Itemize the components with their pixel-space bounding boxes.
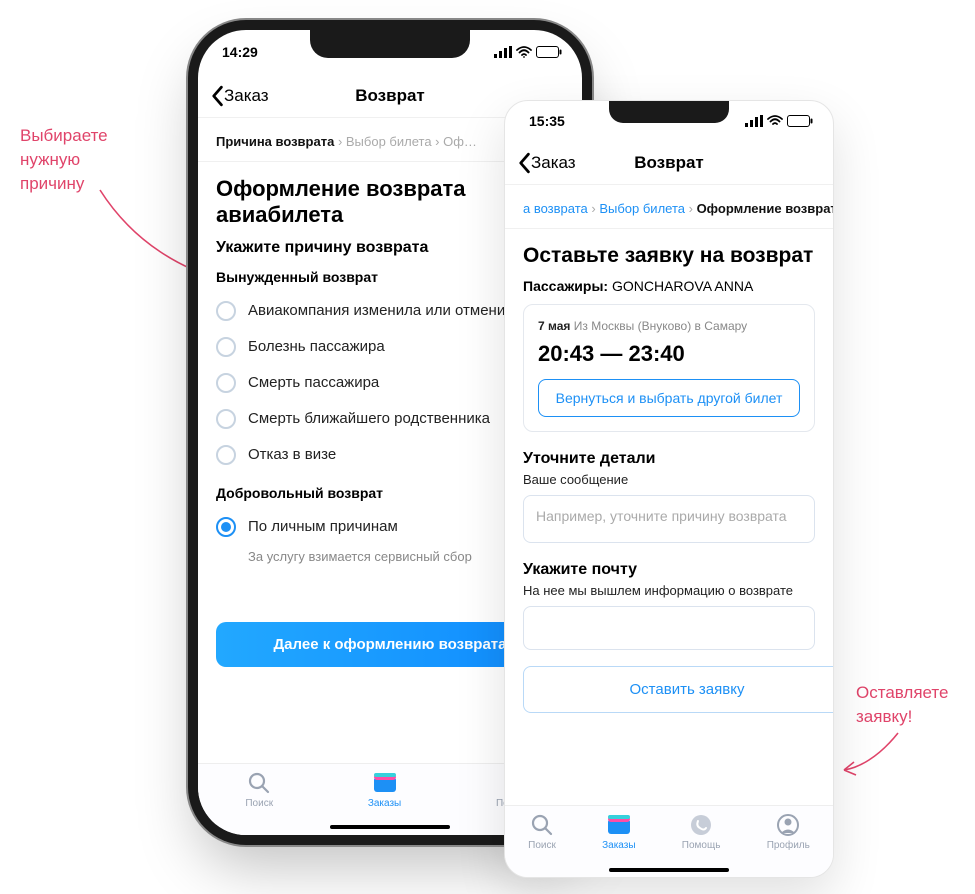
crumb-1[interactable]: Причина возврата	[216, 134, 334, 149]
wifi-icon	[767, 115, 783, 127]
button-label: Вернуться и выбрать другой билет	[556, 390, 783, 406]
signal-icon	[745, 115, 763, 127]
tab-bar: Поиск Заказы Помощь Профиль	[505, 805, 833, 877]
battery-icon	[536, 46, 562, 58]
search-icon	[246, 770, 272, 796]
radio-icon-selected	[216, 517, 236, 537]
radio-icon	[216, 301, 236, 321]
help-icon	[688, 812, 714, 838]
email-heading: Укажите почту	[523, 561, 815, 579]
status-icons	[494, 46, 562, 58]
radio-icon	[216, 337, 236, 357]
battery-icon	[787, 115, 813, 127]
tab-label: Помощь	[682, 840, 721, 851]
breadcrumb: а возврата › Выбор билета › Оформление в…	[505, 185, 833, 229]
page-title: Оставьте заявку на возврат	[523, 243, 815, 268]
ticket-time: 20:43 — 23:40	[538, 341, 800, 367]
signal-icon	[494, 46, 512, 58]
tab-orders[interactable]: Заказы	[602, 812, 635, 851]
content-area: а возврата › Выбор билета › Оформление в…	[505, 185, 833, 805]
details-subheading: Ваше сообщение	[523, 472, 815, 487]
notch	[310, 30, 470, 58]
annotation-right: Оставляете заявку!	[856, 681, 966, 729]
option-label: Отказ в визе	[248, 446, 336, 463]
back-label: Заказ	[224, 86, 269, 106]
change-ticket-button[interactable]: Вернуться и выбрать другой билет	[538, 379, 800, 417]
orders-icon	[372, 770, 398, 796]
option-label: Болезнь пассажира	[248, 338, 385, 355]
passengers-label: Пассажиры:	[523, 278, 608, 294]
nav-bar: Заказ Возврат	[505, 141, 833, 185]
wifi-icon	[516, 46, 532, 58]
radio-icon	[216, 373, 236, 393]
radio-icon	[216, 409, 236, 429]
tab-search[interactable]: Поиск	[245, 770, 273, 809]
status-time: 15:35	[529, 113, 565, 129]
crumb-2[interactable]: Выбор билета	[599, 201, 685, 216]
radio-icon	[216, 445, 236, 465]
crumb-2[interactable]: Выбор билета	[346, 134, 432, 149]
email-subheading: На нее мы вышлем информацию о возврате	[523, 583, 815, 598]
chevron-left-icon	[517, 152, 531, 174]
ticket-route-text: Из Москвы (Внуково) в Самару	[574, 319, 747, 333]
chevron-left-icon	[210, 85, 224, 107]
button-label: Оставить заявку	[630, 681, 745, 698]
option-label: Смерть ближайшего родственника	[248, 410, 490, 427]
submit-button[interactable]: Оставить заявку	[523, 666, 833, 713]
home-indicator	[330, 825, 450, 829]
crumb-1[interactable]: а возврата	[523, 201, 588, 216]
email-input[interactable]	[523, 606, 815, 650]
back-button[interactable]: Заказ	[210, 85, 269, 107]
arrow-right-icon	[838, 728, 908, 788]
tab-label: Поиск	[528, 840, 556, 851]
status-icons	[745, 115, 813, 127]
option-label: Смерть пассажира	[248, 374, 379, 391]
tab-orders[interactable]: Заказы	[368, 770, 401, 809]
back-label: Заказ	[531, 153, 576, 173]
tab-profile[interactable]: Профиль	[767, 812, 810, 851]
status-time: 14:29	[222, 44, 258, 60]
orders-icon	[606, 812, 632, 838]
notch	[609, 101, 729, 123]
cta-label: Далее к оформлению возврата	[274, 636, 507, 653]
tab-label: Профиль	[767, 840, 810, 851]
message-textarea[interactable]: Например, уточните причину возврата	[523, 495, 815, 543]
passengers-line: Пассажиры: GONCHAROVA ANNA	[523, 278, 815, 294]
placeholder-text: Например, уточните причину возврата	[536, 508, 787, 524]
home-indicator	[609, 868, 729, 872]
tab-help[interactable]: Помощь	[682, 812, 721, 851]
tab-label: Поиск	[245, 798, 273, 809]
phone-screen-2: 15:35 Заказ Возврат а возврата › Выбор б…	[504, 100, 834, 878]
tab-label: Заказы	[368, 798, 401, 809]
ticket-route: 7 мая Из Москвы (Внуково) в Самару	[538, 319, 800, 333]
details-heading: Уточните детали	[523, 450, 815, 468]
ticket-date: 7 мая	[538, 319, 570, 333]
ticket-card: 7 мая Из Москвы (Внуково) в Самару 20:43…	[523, 304, 815, 432]
option-label: По личным причинам	[248, 518, 398, 535]
crumb-3[interactable]: Оф…	[443, 134, 477, 149]
tab-search[interactable]: Поиск	[528, 812, 556, 851]
passengers-name: GONCHAROVA ANNA	[612, 278, 753, 294]
profile-icon	[775, 812, 801, 838]
back-button[interactable]: Заказ	[517, 152, 576, 174]
crumb-3[interactable]: Оформление возврата	[697, 201, 833, 216]
tab-label: Заказы	[602, 840, 635, 851]
search-icon	[529, 812, 555, 838]
